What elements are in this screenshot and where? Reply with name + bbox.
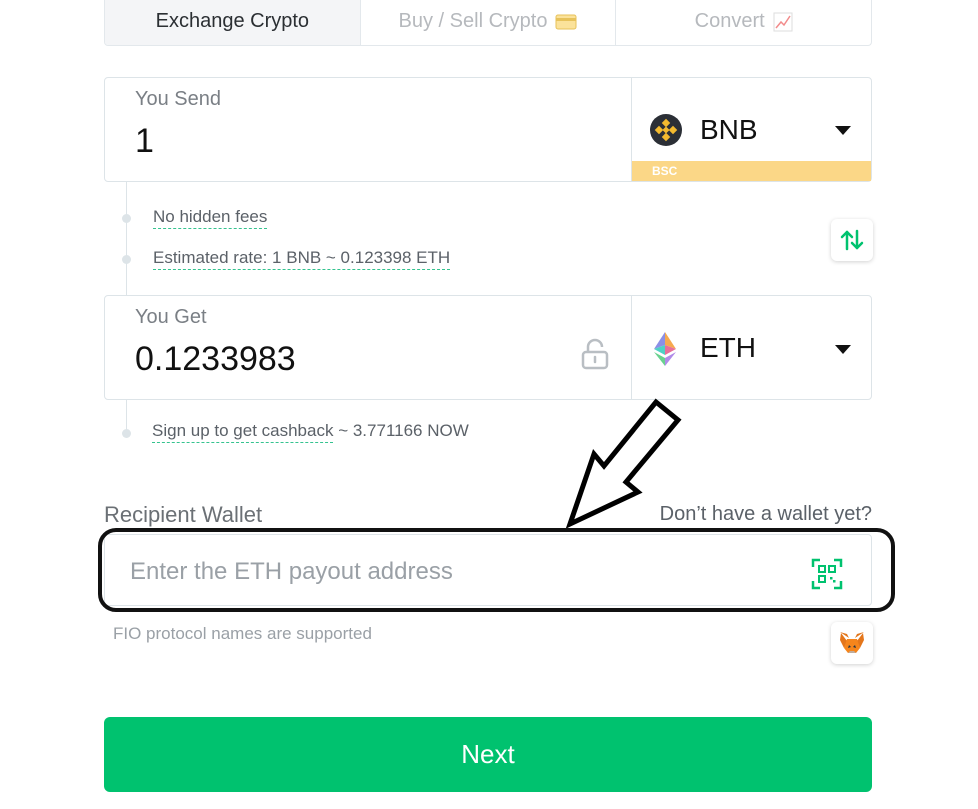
credit-card-icon — [555, 14, 577, 29]
no-hidden-fees-link[interactable]: No hidden fees — [153, 207, 268, 229]
get-currency-select[interactable]: ETH — [632, 296, 871, 399]
swap-arrows-icon — [840, 229, 864, 251]
send-currency-select[interactable]: BNB BSC — [632, 78, 871, 181]
no-wallet-link[interactable]: Don’t have a wallet yet? — [660, 503, 872, 526]
tab-label: Buy / Sell Crypto — [398, 10, 548, 32]
estimated-rate-link[interactable]: Estimated rate: 1 BNB ~ 0.123398 ETH — [153, 248, 451, 270]
unlock-icon[interactable] — [581, 338, 609, 370]
annotation-highlight-box — [98, 528, 895, 612]
eth-coin-icon — [654, 332, 676, 366]
send-currency-name: BNB — [700, 114, 758, 145]
send-box: You Send 1 BNB BSC — [104, 77, 872, 182]
fio-note: FIO protocol names are supported — [113, 624, 372, 643]
get-amount-area: You Get 0.1233983 — [105, 296, 632, 399]
tab-exchange-crypto[interactable]: Exchange Crypto — [105, 0, 360, 45]
recipient-wallet-label: Recipient Wallet — [104, 502, 263, 527]
metamask-button[interactable] — [831, 622, 873, 664]
network-badge: BSC — [632, 161, 871, 181]
timeline-dot — [122, 429, 131, 438]
cashback-value: ~ 3.771166 NOW — [338, 421, 469, 440]
timeline-dot — [122, 214, 131, 223]
exchange-tabs: Exchange Crypto Buy / Sell Crypto Conver… — [104, 0, 872, 46]
timeline-dot — [122, 255, 131, 264]
swap-currencies-button[interactable] — [831, 219, 873, 261]
get-currency-name: ETH — [700, 332, 756, 363]
estimated-rate-text: Estimated rate: 1 BNB ~ 0.123398 ETH — [153, 248, 451, 270]
chart-icon — [773, 12, 793, 31]
tab-label: Exchange Crypto — [155, 10, 310, 32]
metamask-fox-icon — [840, 632, 864, 653]
tab-label: Convert — [694, 10, 765, 32]
bnb-coin-icon — [650, 114, 682, 146]
info-timeline — [126, 182, 127, 296]
get-label: You Get — [135, 306, 207, 328]
send-amount-input[interactable]: 1 — [135, 122, 154, 161]
chevron-down-icon — [835, 126, 851, 135]
tab-buy-sell-crypto[interactable]: Buy / Sell Crypto — [359, 0, 616, 45]
next-button[interactable]: Next — [104, 717, 872, 792]
no-hidden-fees-text: No hidden fees — [153, 207, 268, 229]
get-box: You Get 0.1233983 ETH — [104, 295, 872, 400]
cashback-info: Sign up to get cashback ~ 3.771166 NOW — [152, 421, 469, 443]
tab-convert[interactable]: Convert — [615, 0, 871, 45]
get-amount-value: 0.1233983 — [135, 340, 296, 378]
send-amount-area[interactable]: You Send 1 — [105, 78, 632, 181]
chevron-down-icon — [835, 345, 851, 354]
cashback-signup-link[interactable]: Sign up to get cashback — [152, 421, 334, 443]
send-label: You Send — [135, 88, 222, 110]
